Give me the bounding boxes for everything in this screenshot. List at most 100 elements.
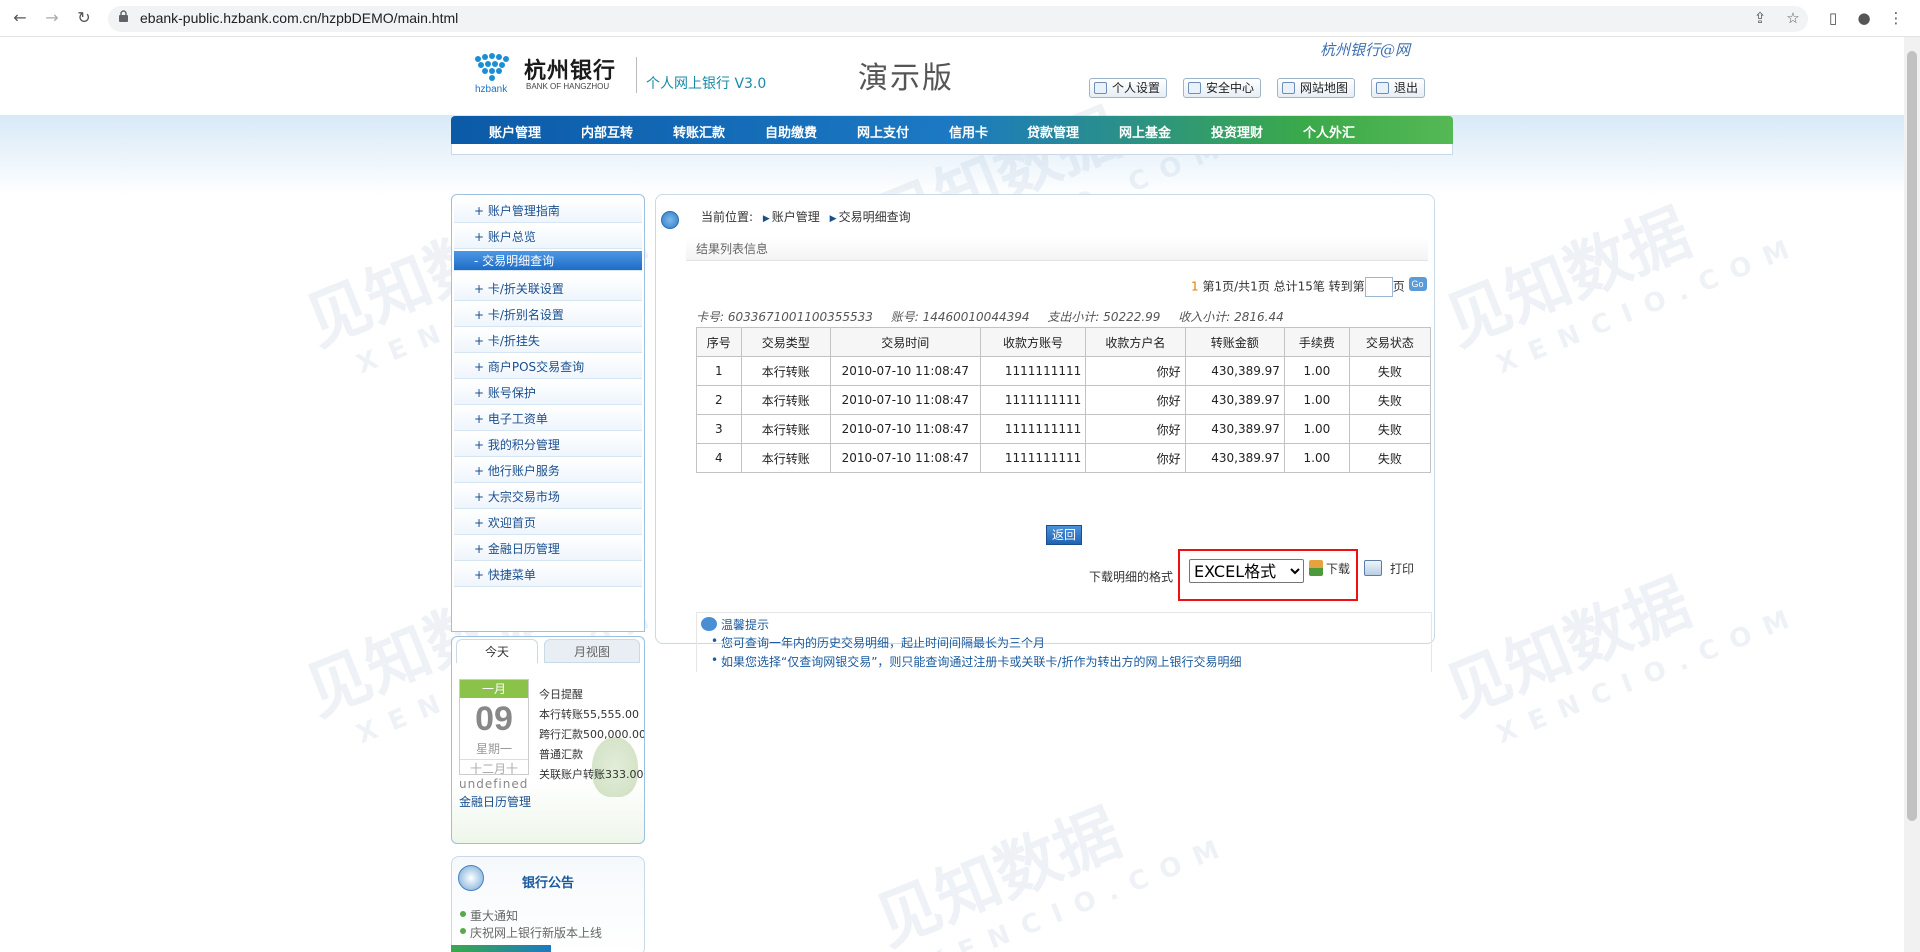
sidebar-item-card-alias-settings[interactable]: + 卡/折别名设置: [454, 303, 642, 327]
tips-title: 温馨提示: [721, 618, 770, 632]
print-button[interactable]: 打印: [1364, 560, 1414, 577]
logout-link[interactable]: 退出: [1371, 78, 1426, 98]
sidebar-item-other-bank-service[interactable]: + 他行账户服务: [454, 459, 642, 483]
column-header: 交易时间: [829, 327, 981, 357]
watermark: 见知数据XENCIO.COM: [1435, 566, 1807, 751]
table-cell: 1.00: [1283, 356, 1350, 386]
pagination: 1 第1页/共1页 总计15笔 转到第 页 Go: [1191, 277, 1427, 297]
tab-month-view[interactable]: 月视图: [544, 639, 640, 663]
sidebar-item-finance-calendar[interactable]: + 金融日历管理: [454, 537, 642, 561]
settings-icon: [1094, 82, 1107, 94]
location-icon: [661, 211, 679, 229]
star-icon[interactable]: ☆: [1783, 8, 1803, 28]
nav-online-payment[interactable]: 网上支付: [857, 122, 909, 141]
forward-icon[interactable]: →: [42, 8, 62, 28]
page-jump-input[interactable]: [1364, 277, 1393, 297]
breadcrumb-item[interactable]: 交易明细查询: [839, 210, 911, 224]
nav-self-service-payment[interactable]: 自助缴费: [765, 122, 817, 141]
sidebar-item-shortcut-menu[interactable]: + 快捷菜单: [454, 563, 642, 587]
site-map-link[interactable]: 网站地图: [1277, 78, 1356, 98]
table-cell: 430,389.97: [1184, 385, 1285, 415]
table-cell: 3: [696, 414, 742, 444]
sidebar-item-card-link-settings[interactable]: + 卡/折关联设置: [454, 277, 642, 301]
personal-settings-link[interactable]: 个人设置: [1089, 78, 1168, 98]
table-cell: 430,389.97: [1184, 356, 1285, 386]
nav-transfer-remittance[interactable]: 转账汇款: [673, 122, 725, 141]
sidebar-item-account-overview[interactable]: + 账户总览: [454, 225, 642, 249]
reminder-item[interactable]: 普通汇款: [539, 745, 644, 765]
hzbank-logo-icon: [475, 53, 509, 81]
pagination-suffix: 页: [1392, 279, 1405, 294]
table-row: 4 本行转账 2010-07-10 11:08:47 1111111111 你好…: [696, 443, 1432, 473]
date-card: 一月 09 星期一 十二月十: [459, 679, 529, 776]
table-cell: 你好: [1085, 385, 1186, 415]
table-cell: 失败: [1348, 414, 1432, 444]
sidebar-item-account-protection[interactable]: + 账号保护: [454, 381, 642, 405]
profile-icon[interactable]: ●: [1854, 8, 1874, 28]
logout-icon: [1376, 82, 1389, 94]
reminder-item[interactable]: 跨行汇款500,000.00: [539, 725, 644, 745]
notice-item[interactable]: 庆祝网上银行新版本上线: [459, 924, 602, 941]
menu-icon[interactable]: ⋮: [1886, 8, 1906, 28]
nav-loan-management[interactable]: 贷款管理: [1027, 122, 1079, 141]
main-nav: 账户管理 内部互转 转账汇款 自助缴费 网上支付 信用卡 贷款管理 网上基金 投…: [451, 116, 1453, 144]
notice-item[interactable]: 重大通知: [459, 907, 518, 924]
security-center-link[interactable]: 安全中心: [1183, 78, 1262, 98]
breadcrumb-item[interactable]: 账户管理: [772, 210, 820, 224]
back-icon[interactable]: ←: [10, 8, 30, 28]
table-row: 2 本行转账 2010-07-10 11:08:47 1111111111 你好…: [696, 385, 1432, 415]
table-cell: 你好: [1085, 414, 1186, 444]
logo-hzbank-text: hzbank: [475, 84, 508, 95]
transaction-detail-panel: 当前位置: ▶ 账户管理 ▶ 交易明细查询 结果列表信息 1 第1页/共1页 总计1…: [655, 194, 1435, 672]
sitemap-icon: [1282, 82, 1295, 94]
table-cell: 2010-07-10 11:08:47: [829, 385, 981, 415]
table-cell: 430,389.97: [1184, 443, 1285, 473]
download-format-select[interactable]: EXCEL格式: [1189, 559, 1304, 583]
nav-credit-card[interactable]: 信用卡: [949, 122, 988, 141]
column-header: 交易类型: [740, 327, 831, 357]
breadcrumb-arrow-icon: ▶: [762, 214, 770, 224]
nav-online-fund[interactable]: 网上基金: [1119, 122, 1171, 141]
sidebar-item-card-loss-report[interactable]: + 卡/折挂失: [454, 329, 642, 353]
sidebar-item-points-management[interactable]: + 我的积分管理: [454, 433, 642, 457]
table-row: 1 本行转账 2010-07-10 11:08:47 1111111111 你好…: [696, 356, 1432, 386]
share-icon[interactable]: ⇪: [1750, 8, 1770, 28]
nav-account-management[interactable]: 账户管理: [489, 122, 541, 141]
table-cell: 1: [696, 356, 742, 386]
transaction-table: 序号 交易类型 交易时间 收款方账号 收款方户名 转账金额 手续费 交易状态 1…: [696, 327, 1432, 473]
scrollbar-thumb[interactable]: [1907, 51, 1917, 821]
finance-calendar-link[interactable]: 金融日历管理: [459, 793, 531, 810]
sidebar-item-bulk-trading-market[interactable]: + 大宗交易市场: [454, 485, 642, 509]
reminder-item[interactable]: 本行转账55,555.00: [539, 705, 644, 725]
nav-personal-forex[interactable]: 个人外汇: [1303, 122, 1355, 141]
bank-logo[interactable]: hzbank 杭州银行 BANK OF HANGZHOU: [470, 51, 620, 97]
tip-icon: [701, 617, 717, 631]
sidebar-item-transaction-query[interactable]: - 交易明细查询: [454, 251, 642, 271]
section-title: 结果列表信息: [686, 237, 1428, 261]
sidebar-item-pos-query[interactable]: + 商户POS交易查询: [454, 355, 642, 379]
tab-today[interactable]: 今天: [456, 639, 538, 663]
back-button[interactable]: 返回: [1046, 525, 1082, 545]
column-header: 转账金额: [1184, 327, 1285, 357]
calendar-weekday: 星期一: [475, 742, 512, 756]
table-cell: 1111111111: [979, 443, 1087, 473]
table-header-row: 序号 交易类型 交易时间 收款方账号 收款方户名 转账金额 手续费 交易状态: [696, 327, 1432, 357]
sidebar-item-account-guide[interactable]: + 账户管理指南: [454, 199, 642, 223]
reload-icon[interactable]: ↻: [74, 8, 94, 28]
breadcrumb-label: 当前位置:: [701, 210, 754, 224]
sidebar-item-e-payslip[interactable]: + 电子工资单: [454, 407, 642, 431]
sidepanel-icon[interactable]: ▯: [1823, 8, 1843, 28]
product-name: 个人网上银行 V3.0: [646, 76, 767, 92]
table-cell: 1111111111: [979, 356, 1087, 386]
slogan: 杭州银行@网: [1320, 41, 1411, 59]
lock-icon: [119, 10, 128, 22]
column-header: 收款方账号: [979, 327, 1087, 357]
nav-internal-transfer[interactable]: 内部互转: [581, 122, 633, 141]
sidebar-item-welcome-home[interactable]: + 欢迎首页: [454, 511, 642, 535]
reminder-item[interactable]: 关联账户转账333.00: [539, 765, 644, 785]
nav-investment[interactable]: 投资理财: [1211, 122, 1263, 141]
go-button[interactable]: Go: [1408, 277, 1427, 291]
page-scrollbar[interactable]: [1904, 37, 1920, 952]
download-button[interactable]: 下载: [1309, 560, 1350, 577]
sidebar-menu: + 账户管理指南 + 账户总览 - 交易明细查询 + 卡/折关联设置 + 卡/折…: [451, 194, 645, 632]
